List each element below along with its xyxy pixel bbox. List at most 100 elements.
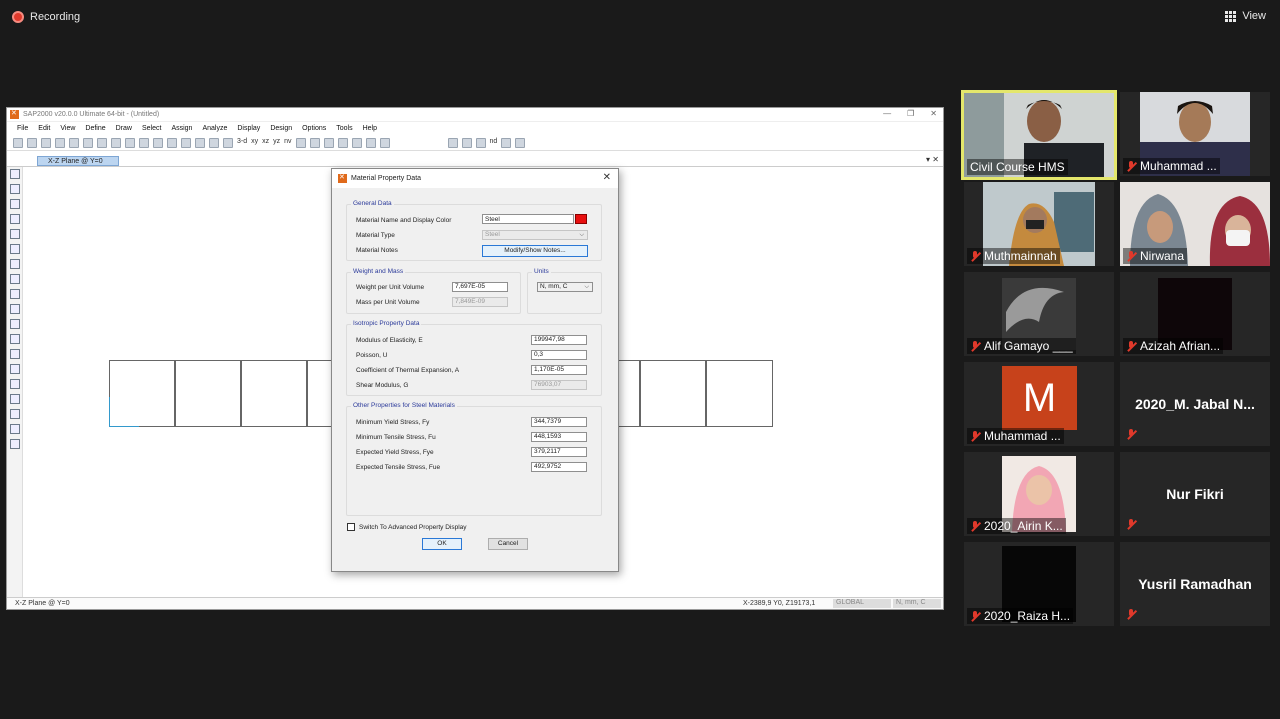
menu-assign[interactable]: Assign [171, 125, 192, 132]
zoom-fit-icon[interactable] [195, 137, 205, 148]
weight-per-volume-input[interactable]: 7,697E-05 [452, 282, 508, 292]
object-shrink-icon[interactable] [351, 137, 362, 148]
snap-ends-icon[interactable] [9, 334, 20, 344]
participant-tile[interactable]: Muthmainnah [964, 182, 1114, 266]
truss-icon[interactable] [475, 137, 486, 148]
menu-select[interactable]: Select [142, 125, 161, 132]
snap-intersect-icon[interactable] [9, 349, 20, 359]
participant-tile[interactable]: Civil Course HMS [961, 90, 1117, 180]
restore-icon[interactable]: ❐ [907, 109, 914, 118]
zoom-out-icon[interactable] [181, 137, 191, 148]
menu-help[interactable]: Help [363, 125, 377, 132]
portal-frame-icon[interactable] [461, 137, 472, 148]
menu-file[interactable]: File [17, 125, 28, 132]
min-tensile-stress-input[interactable]: 448,1593 [531, 432, 587, 442]
view-xy-button[interactable]: xy [251, 138, 258, 148]
up-arrow-icon[interactable] [323, 137, 334, 148]
snap-fine-grid-icon[interactable] [9, 394, 20, 404]
run-icon[interactable] [125, 137, 135, 148]
draw-rect-icon[interactable] [9, 274, 20, 284]
frame-shape-icon[interactable] [447, 137, 458, 148]
menu-define[interactable]: Define [85, 125, 105, 132]
frame-bay[interactable] [109, 360, 175, 427]
cancel-button[interactable]: Cancel [488, 538, 528, 550]
participant-tile[interactable]: Nirwana [1120, 182, 1270, 266]
grid-options-icon[interactable] [379, 137, 390, 148]
pencil-icon[interactable] [111, 137, 121, 148]
recording-indicator[interactable]: Recording [12, 11, 80, 23]
display-color-swatch[interactable] [575, 214, 587, 224]
participant-tile[interactable]: 2020_Airin K... [964, 452, 1114, 536]
poisson-input[interactable]: 0,3 [531, 350, 587, 360]
menu-tools[interactable]: Tools [336, 125, 352, 132]
menu-design[interactable]: Design [270, 125, 292, 132]
check-icon[interactable] [365, 137, 376, 148]
draw-joint-icon[interactable] [9, 199, 20, 209]
view-button[interactable]: View [1225, 10, 1266, 22]
draw-area-icon[interactable] [9, 259, 20, 269]
pointer-icon[interactable] [9, 169, 20, 179]
new-file-icon[interactable] [13, 137, 23, 148]
menu-view[interactable]: View [60, 125, 75, 132]
zoom-previous-icon[interactable] [209, 137, 219, 148]
min-yield-stress-input[interactable]: 344,7379 [531, 417, 587, 427]
run-options-icon[interactable] [139, 137, 149, 148]
draw-solid-icon[interactable] [9, 289, 20, 299]
modify-notes-button[interactable]: Modify/Show Notes... [482, 245, 588, 257]
participant-tile[interactable]: Alif Gamayo ___ [964, 272, 1114, 356]
redo-icon[interactable] [83, 137, 93, 148]
draw-brace-icon[interactable] [9, 229, 20, 239]
pan-icon[interactable] [223, 137, 233, 148]
open-file-icon[interactable] [27, 137, 37, 148]
zoom-window-icon[interactable] [167, 137, 177, 148]
advanced-display-checkbox[interactable] [347, 523, 355, 531]
minimize-icon[interactable]: — [883, 109, 891, 118]
units-select[interactable]: N, mm, C [893, 599, 941, 608]
view-3d-button[interactable]: 3-d [237, 138, 247, 148]
participant-tile[interactable]: Azizah Afrian... [1120, 272, 1270, 356]
ok-button[interactable]: OK [422, 538, 462, 550]
tab-xz-plane[interactable]: X-Z Plane @ Y=0 [37, 156, 119, 166]
select-all-icon[interactable] [9, 409, 20, 419]
lock-icon[interactable] [97, 137, 107, 148]
snap-perp-icon[interactable] [9, 364, 20, 374]
draw-frame-icon[interactable] [9, 214, 20, 224]
save-icon[interactable] [41, 137, 51, 148]
undo-icon[interactable] [69, 137, 79, 148]
rotate-icon[interactable] [295, 137, 306, 148]
perspective-icon[interactable] [309, 137, 320, 148]
zoom-in-icon[interactable] [153, 137, 163, 148]
thermal-expansion-input[interactable]: 1,170E-05 [531, 365, 587, 375]
frame-bay[interactable] [640, 360, 706, 427]
snap-lines-icon[interactable] [9, 379, 20, 389]
participant-tile[interactable]: 2020_Raiza H... [964, 542, 1114, 626]
view-xz-button[interactable]: xz [262, 138, 269, 148]
reshape-icon[interactable] [9, 184, 20, 194]
frame-bay[interactable] [175, 360, 241, 427]
expected-yield-stress-input[interactable]: 379,2117 [531, 447, 587, 457]
quick-draw-icon[interactable] [9, 304, 20, 314]
participant-tile[interactable]: 2020_M. Jabal N... [1120, 362, 1270, 446]
frame-bay[interactable] [241, 360, 307, 427]
select-previous-icon[interactable] [9, 424, 20, 434]
expected-tensile-stress-input[interactable]: 492,9752 [531, 462, 587, 472]
display-options-icon[interactable] [515, 137, 526, 148]
snap-points-icon[interactable] [9, 319, 20, 329]
menu-display[interactable]: Display [237, 125, 260, 132]
clear-selection-icon[interactable] [9, 439, 20, 449]
participant-tile[interactable]: Muhammad ... [1120, 92, 1270, 176]
menu-edit[interactable]: Edit [38, 125, 50, 132]
menu-options[interactable]: Options [302, 125, 326, 132]
close-window-icon[interactable]: ✕ [930, 109, 937, 118]
participant-tile[interactable]: Yusril Ramadhan [1120, 542, 1270, 626]
close-icon[interactable]: ✕ [603, 172, 611, 183]
frame-bay[interactable] [706, 360, 773, 427]
view-nv-button[interactable]: nv [284, 138, 291, 148]
modulus-elasticity-input[interactable]: 199947,98 [531, 335, 587, 345]
menu-draw[interactable]: Draw [116, 125, 132, 132]
participant-tile[interactable]: M Muhammad ... [964, 362, 1114, 446]
units-select[interactable]: N, mm, C ⌵ [537, 282, 593, 292]
draw-cross-icon[interactable] [9, 244, 20, 254]
menu-analyze[interactable]: Analyze [202, 125, 227, 132]
down-arrow-icon[interactable] [337, 137, 348, 148]
